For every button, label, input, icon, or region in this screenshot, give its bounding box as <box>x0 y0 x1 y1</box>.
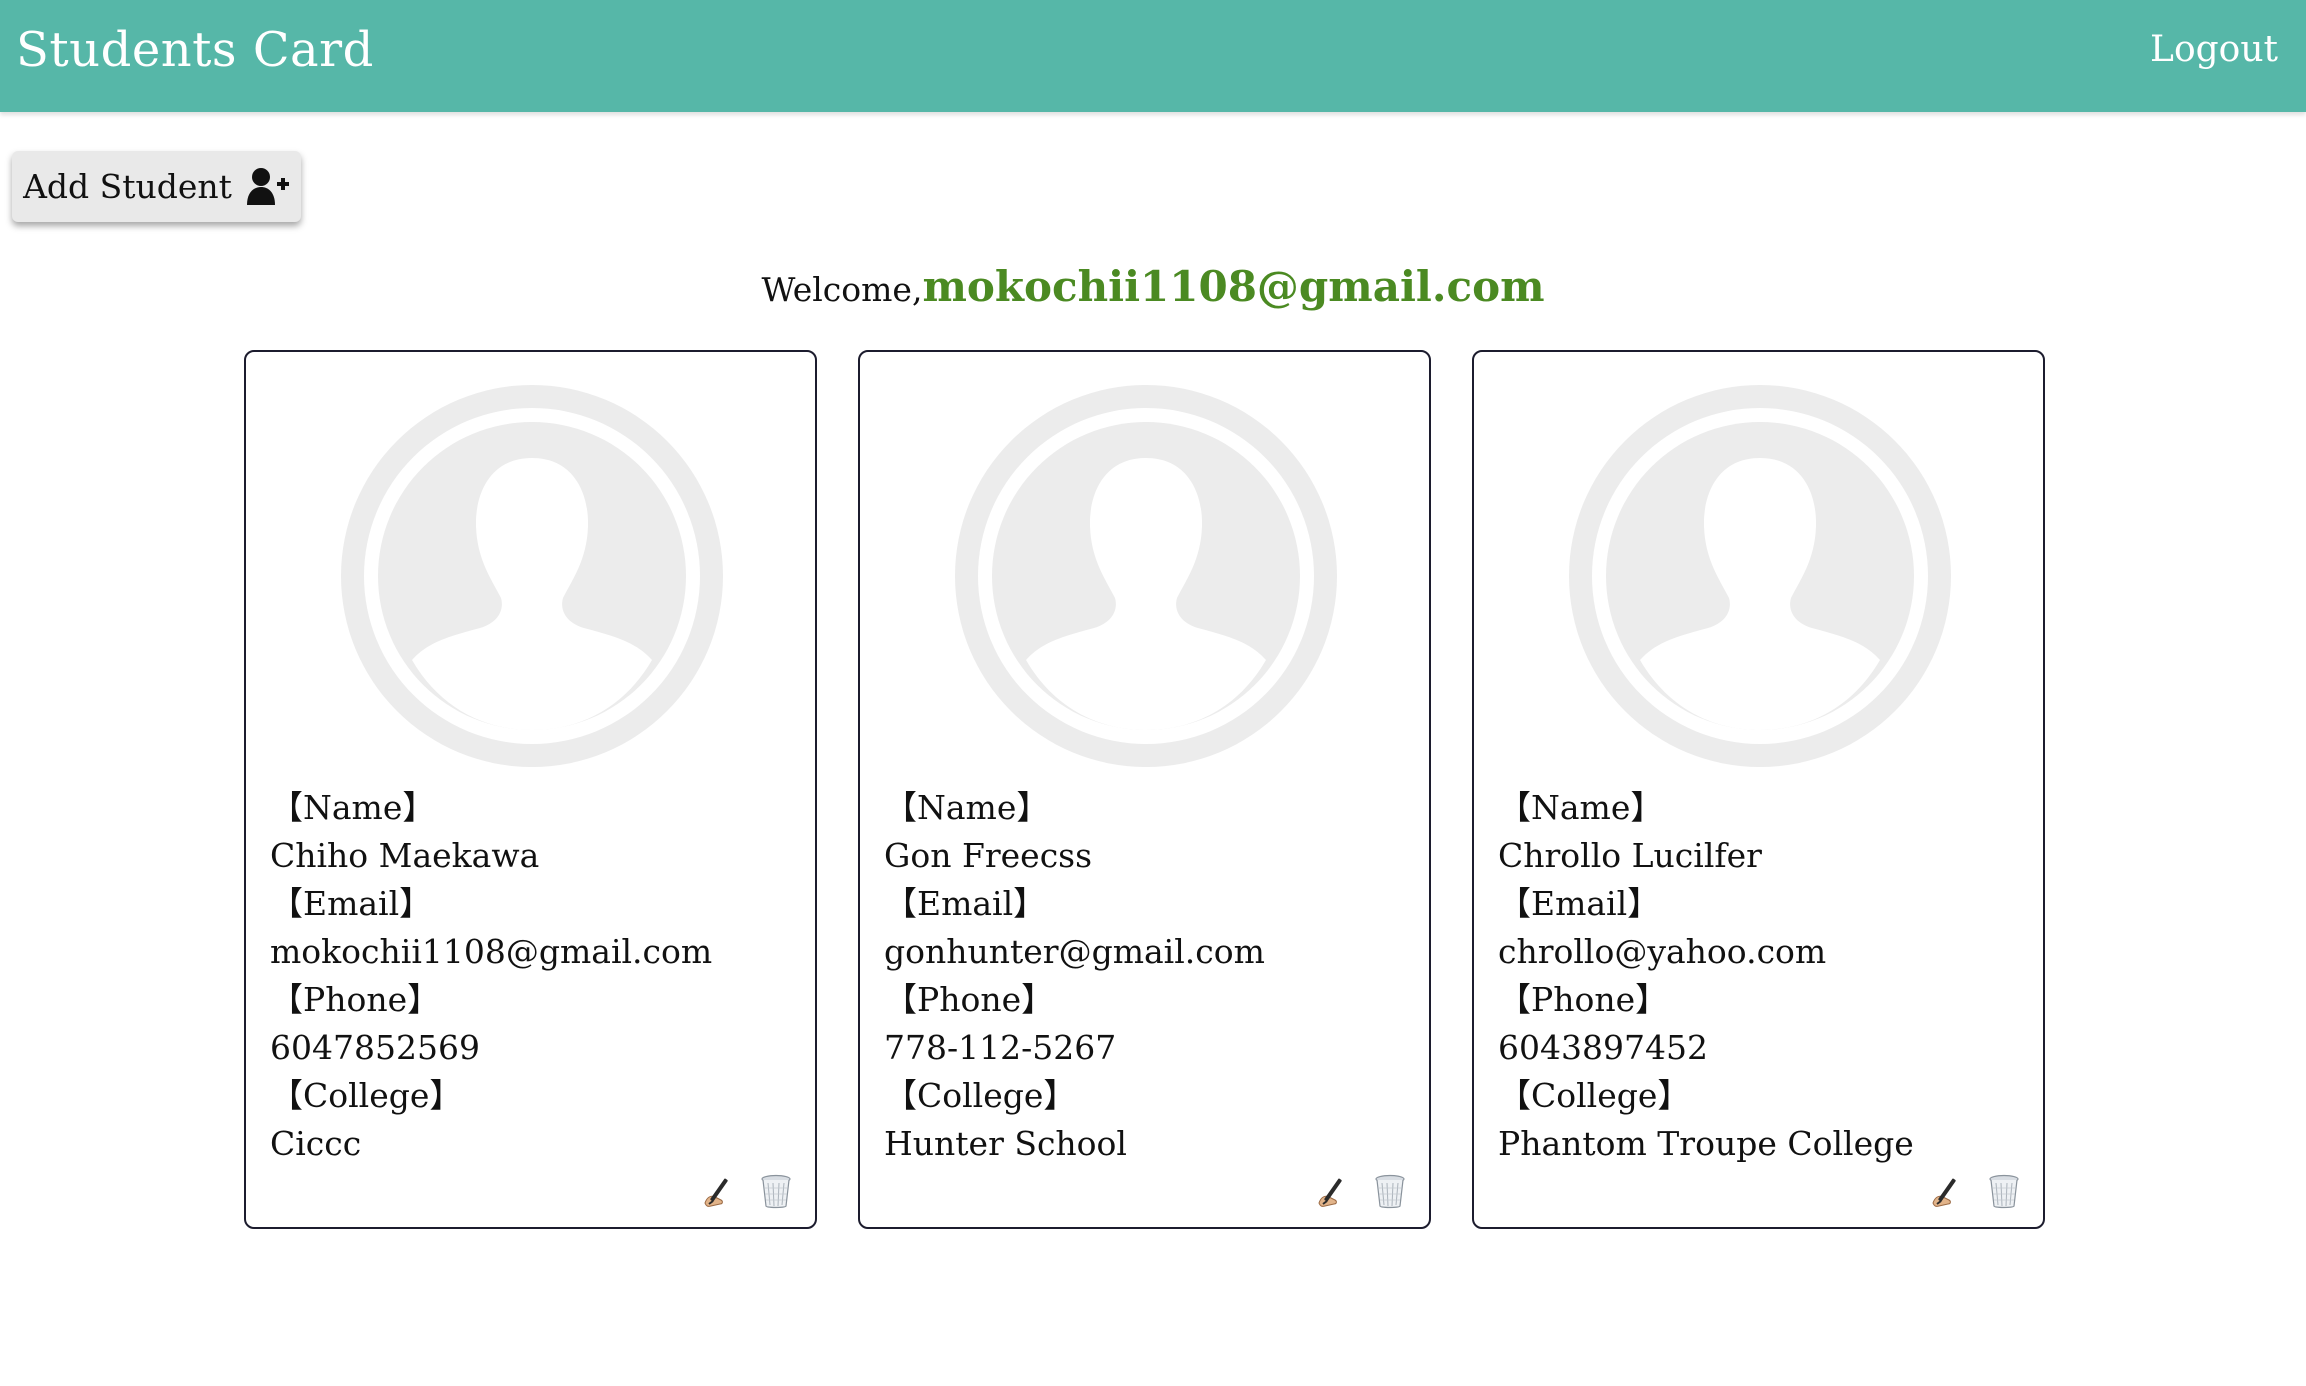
trash-icon[interactable] <box>759 1173 793 1209</box>
top-navbar: Students Card Logout <box>0 0 2306 112</box>
student-info: 【Name】 Chiho Maekawa 【Email】 mokochii110… <box>270 784 712 1168</box>
add-student-button[interactable]: Add Student <box>12 151 301 222</box>
trash-icon[interactable] <box>1987 1173 2021 1209</box>
college-label: 【College】 <box>270 1076 463 1115</box>
student-card: 【Name】 Chrollo Lucilfer 【Email】 chrollo@… <box>1472 350 2045 1229</box>
student-email: chrollo@yahoo.com <box>1498 932 1827 971</box>
add-student-label: Add Student <box>23 167 232 206</box>
avatar-placeholder-icon <box>1569 385 1951 767</box>
student-college: Hunter School <box>884 1124 1127 1163</box>
welcome-email: mokochii1108@gmail.com <box>922 262 1545 311</box>
avatar-placeholder-icon <box>341 385 723 767</box>
edit-hand-icon[interactable] <box>1315 1173 1349 1209</box>
student-name: Chiho Maekawa <box>270 836 540 875</box>
card-actions <box>701 1173 793 1209</box>
student-phone: 6047852569 <box>270 1028 480 1067</box>
app-title: Students Card <box>16 22 374 78</box>
welcome-message: Welcome,mokochii1108@gmail.com <box>0 262 2306 311</box>
edit-hand-icon[interactable] <box>701 1173 735 1209</box>
student-card: 【Name】 Chiho Maekawa 【Email】 mokochii110… <box>244 350 817 1229</box>
name-label: 【Name】 <box>1498 788 1664 827</box>
email-label: 【Email】 <box>270 884 433 923</box>
email-label: 【Email】 <box>1498 884 1661 923</box>
card-actions <box>1315 1173 1407 1209</box>
avatar-placeholder-icon <box>955 385 1337 767</box>
name-label: 【Name】 <box>884 788 1050 827</box>
student-name: Gon Freecss <box>884 836 1093 875</box>
phone-label: 【Phone】 <box>884 980 1055 1019</box>
phone-label: 【Phone】 <box>270 980 441 1019</box>
email-label: 【Email】 <box>884 884 1047 923</box>
trash-icon[interactable] <box>1373 1173 1407 1209</box>
student-phone: 6043897452 <box>1498 1028 1708 1067</box>
student-name: Chrollo Lucilfer <box>1498 836 1762 875</box>
card-actions <box>1929 1173 2021 1209</box>
college-label: 【College】 <box>884 1076 1077 1115</box>
student-college: Ciccc <box>270 1124 362 1163</box>
student-card: 【Name】 Gon Freecss 【Email】 gonhunter@gma… <box>858 350 1431 1229</box>
welcome-label: Welcome, <box>761 270 923 309</box>
college-label: 【College】 <box>1498 1076 1691 1115</box>
user-plus-icon <box>246 167 290 207</box>
student-info: 【Name】 Gon Freecss 【Email】 gonhunter@gma… <box>884 784 1265 1168</box>
student-email: mokochii1108@gmail.com <box>270 932 713 971</box>
name-label: 【Name】 <box>270 788 436 827</box>
student-college: Phantom Troupe College <box>1498 1124 1914 1163</box>
edit-hand-icon[interactable] <box>1929 1173 1963 1209</box>
student-card-list: 【Name】 Chiho Maekawa 【Email】 mokochii110… <box>244 350 2045 1229</box>
student-info: 【Name】 Chrollo Lucilfer 【Email】 chrollo@… <box>1498 784 1914 1168</box>
student-phone: 778-112-5267 <box>884 1028 1117 1067</box>
phone-label: 【Phone】 <box>1498 980 1669 1019</box>
logout-link[interactable]: Logout <box>2150 26 2278 74</box>
student-email: gonhunter@gmail.com <box>884 932 1265 971</box>
